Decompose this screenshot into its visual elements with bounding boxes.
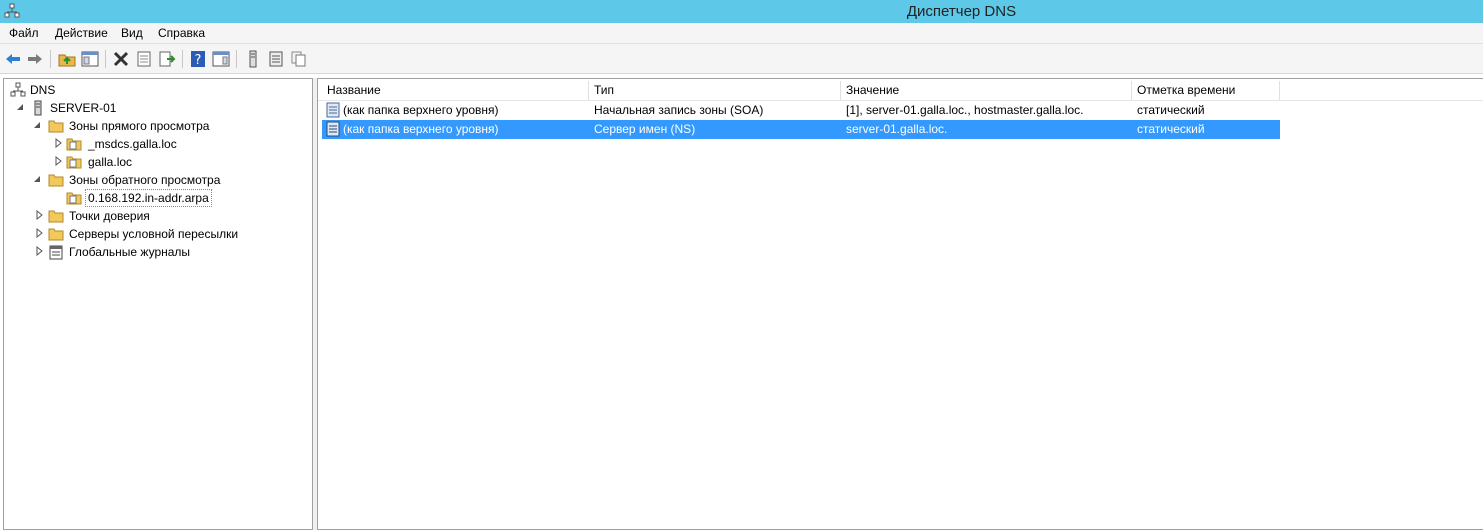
export-list-icon[interactable] (158, 50, 176, 68)
menu-bar: Файл Действие Вид Справка (0, 23, 1483, 43)
tree-label: DNS (30, 83, 56, 97)
tree-label: Глобальные журналы (69, 245, 191, 259)
zone-icon (66, 156, 82, 169)
zone-icon (66, 138, 82, 151)
column-header-name[interactable]: Название (322, 81, 589, 100)
results-pane: Название Тип Значение Отметка времени (к… (317, 78, 1483, 530)
folder-icon (48, 228, 64, 241)
cell-timestamp: статический (1137, 103, 1205, 117)
cell-type: Сервер имен (NS) (594, 122, 696, 136)
properties-icon[interactable] (135, 50, 153, 68)
back-icon[interactable] (4, 50, 22, 68)
column-header-type[interactable]: Тип (589, 81, 841, 100)
cell-name: (как папка верхнего уровня) (343, 122, 499, 136)
collapsed-arrow-icon[interactable] (53, 138, 63, 148)
toolbar: ? (0, 43, 1483, 74)
tree-label: Зоны обратного просмотра (69, 173, 221, 187)
tree-label: Серверы условной пересылки (69, 227, 239, 241)
collapsed-arrow-icon[interactable] (34, 210, 44, 220)
tree-label: _msdcs.galla.loc (88, 137, 177, 151)
list-icon[interactable] (267, 50, 285, 68)
cell-name: (как папка верхнего уровня) (343, 103, 499, 117)
expanded-arrow-icon[interactable] (15, 102, 25, 112)
server-icon[interactable] (244, 50, 262, 68)
menu-help[interactable]: Справка (158, 26, 205, 40)
collapsed-arrow-icon[interactable] (34, 246, 44, 256)
folder-icon (48, 120, 64, 133)
copy-icon[interactable] (290, 50, 308, 68)
column-header-timestamp[interactable]: Отметка времени (1132, 81, 1280, 100)
menu-file[interactable]: Файл (9, 26, 39, 40)
tree-label: 0.168.192.in-addr.arpa (85, 189, 212, 207)
window-title: Диспетчер DNS (906, 3, 1017, 20)
console-tree: DNS SERVER-01 Зоны прямого просмотра _ms… (3, 78, 313, 530)
server-icon (34, 100, 42, 116)
table-row[interactable]: (как папка верхнего уровня) Начальная за… (322, 101, 1280, 120)
record-icon (326, 102, 340, 118)
dns-icon (10, 82, 26, 97)
tree-label: galla.loc (88, 155, 133, 169)
cell-value: [1], server-01.galla.loc., hostmaster.ga… (846, 103, 1084, 117)
cell-type: Начальная запись зоны (SOA) (594, 103, 764, 117)
event-log-icon (49, 245, 63, 260)
svg-text:?: ? (195, 53, 202, 68)
cell-value: server-01.galla.loc. (846, 122, 948, 136)
show-action-pane-icon[interactable] (212, 50, 230, 68)
record-icon (326, 121, 340, 137)
collapsed-arrow-icon[interactable] (53, 156, 63, 166)
help-icon[interactable]: ? (189, 50, 207, 68)
column-header-value[interactable]: Значение (841, 81, 1132, 100)
collapsed-arrow-icon[interactable] (34, 228, 44, 238)
forward-icon[interactable] (26, 50, 44, 68)
table-row-selected[interactable]: (как папка верхнего уровня) Сервер имен … (322, 120, 1280, 139)
delete-icon[interactable] (112, 50, 130, 68)
table-header: Название Тип Значение Отметка времени (318, 81, 1483, 101)
zone-icon (66, 192, 82, 205)
cell-timestamp: статический (1137, 122, 1205, 136)
menu-action[interactable]: Действие (55, 26, 108, 40)
title-bar: Диспетчер DNS (0, 0, 1483, 23)
tree-label: Точки доверия (69, 209, 150, 223)
tree-label: SERVER-01 (50, 101, 117, 115)
expanded-arrow-icon[interactable] (32, 174, 42, 184)
show-hide-tree-icon[interactable] (81, 50, 99, 68)
expanded-arrow-icon[interactable] (32, 120, 42, 130)
folder-icon (48, 210, 64, 223)
folder-icon (48, 174, 64, 187)
up-folder-icon[interactable] (58, 50, 76, 68)
tree-label: Зоны прямого просмотра (69, 119, 210, 133)
menu-view[interactable]: Вид (121, 26, 143, 40)
